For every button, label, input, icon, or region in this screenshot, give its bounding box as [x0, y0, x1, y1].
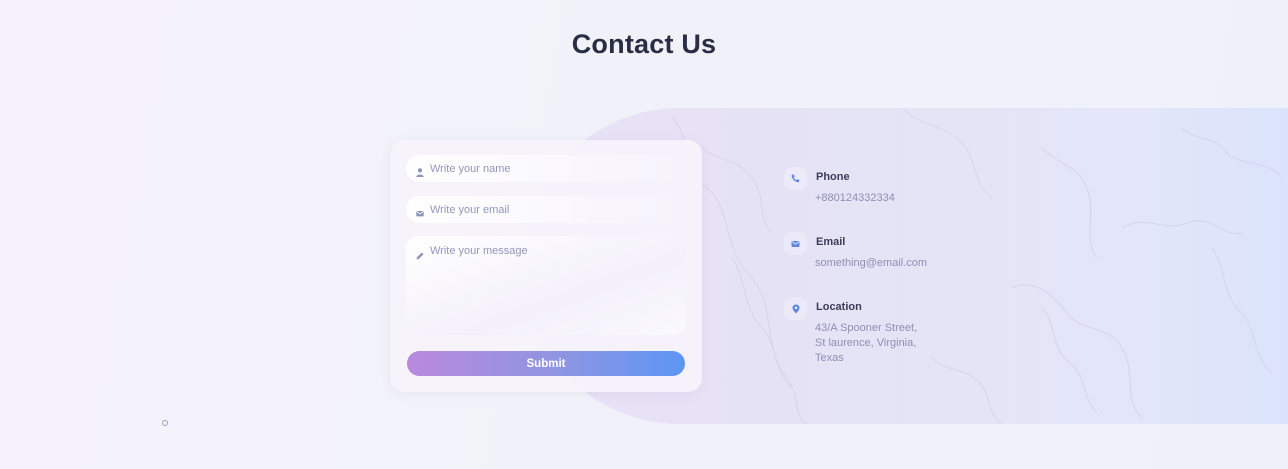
email-value: something@email.com — [815, 257, 928, 269]
email-label: Email — [816, 236, 846, 248]
envelope-icon — [416, 205, 424, 217]
phone-label: Phone — [816, 171, 850, 183]
page-title: Contact Us — [571, 29, 717, 59]
envelope-icon — [784, 232, 807, 255]
submit-button[interactable]: Submit — [407, 351, 685, 376]
location-label: Location — [816, 301, 862, 313]
decorative-ring — [162, 420, 168, 426]
phone-value: +880124332334 — [815, 192, 895, 204]
message-textarea[interactable] — [430, 245, 680, 325]
contact-form: Submit — [390, 140, 702, 392]
name-input[interactable] — [430, 162, 680, 175]
name-field-wrapper — [406, 155, 686, 182]
email-field-wrapper — [406, 196, 686, 223]
email-input[interactable] — [430, 203, 680, 216]
user-icon — [416, 164, 424, 177]
address-line: 43/A Spooner Street, — [815, 322, 918, 334]
location-address: 43/A Spooner Street, St laurence, Virgin… — [815, 321, 917, 366]
message-field-wrapper — [406, 236, 686, 335]
phone-icon — [784, 167, 807, 190]
address-line: Texas — [815, 352, 844, 364]
address-line: St laurence, Virginia, — [815, 337, 917, 349]
map-pin-icon — [784, 297, 807, 320]
pencil-icon — [416, 247, 424, 260]
